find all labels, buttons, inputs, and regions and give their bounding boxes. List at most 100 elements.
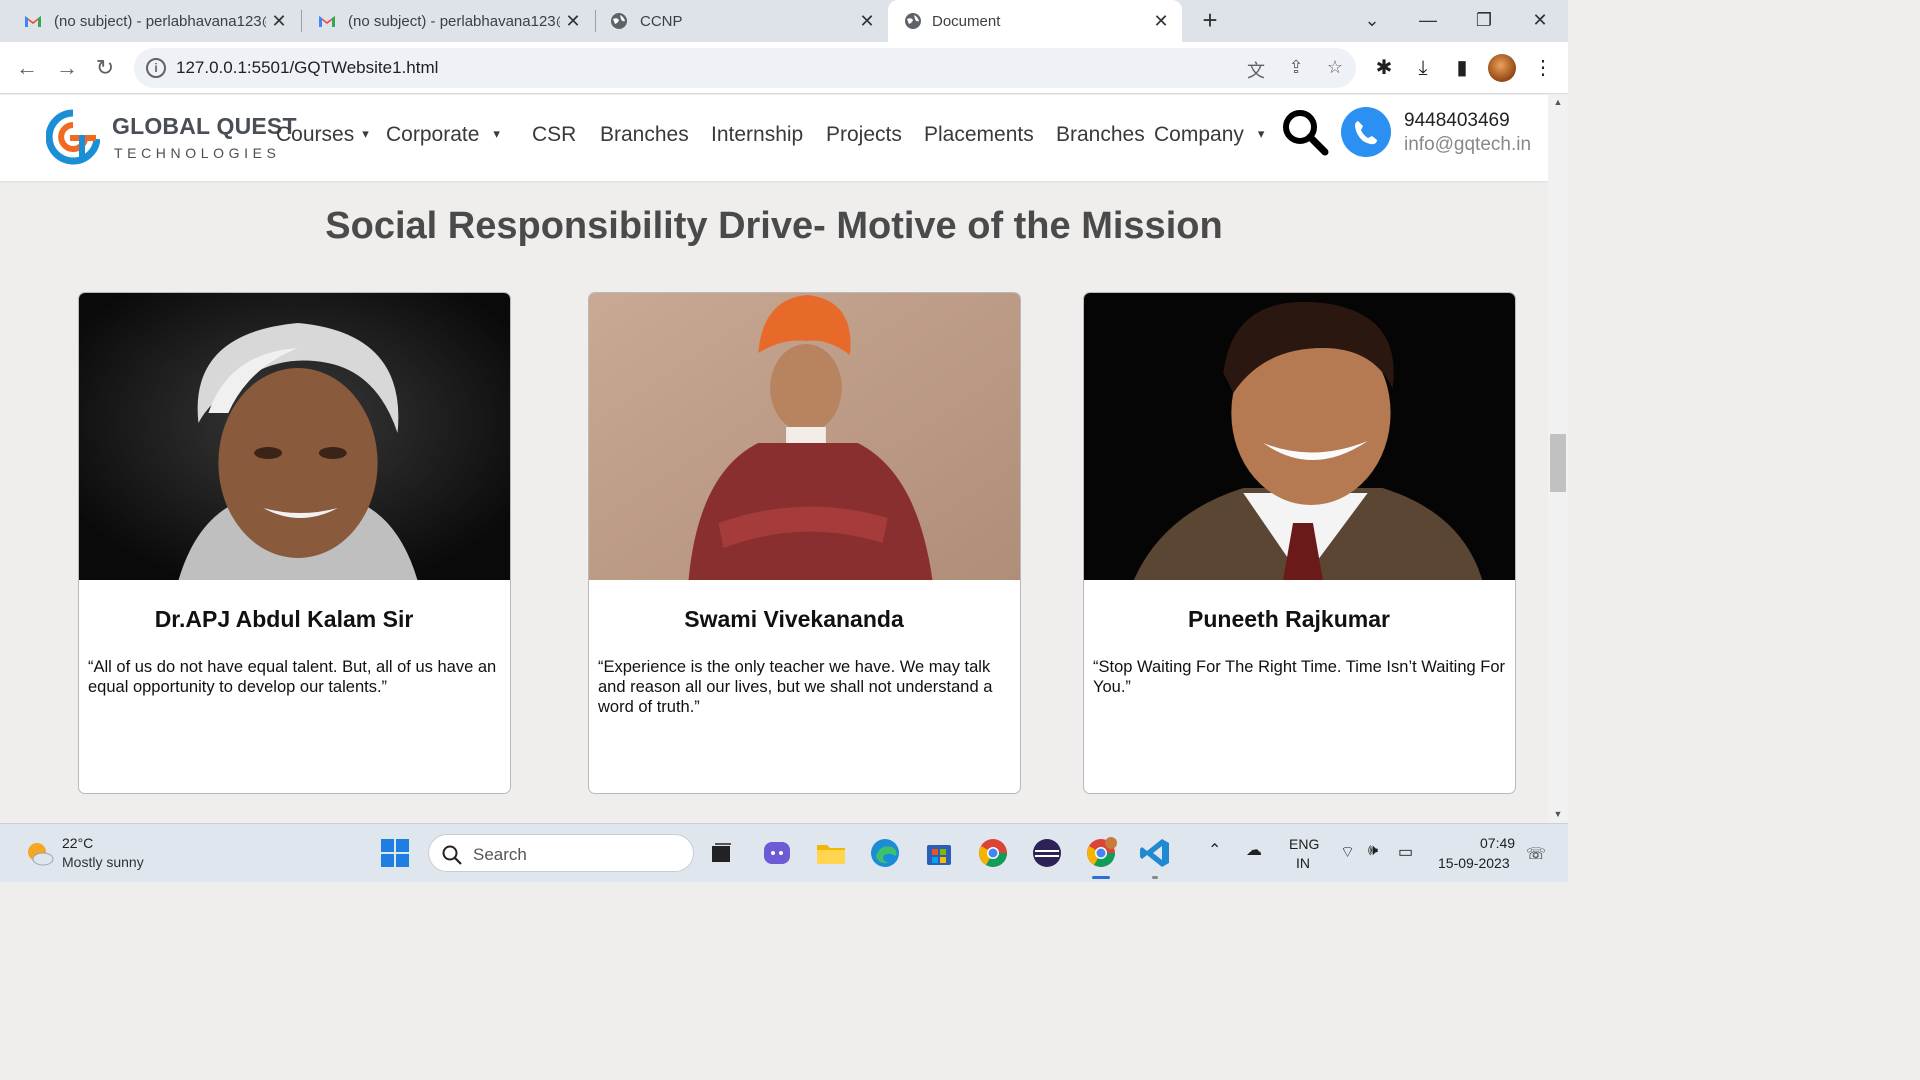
battery-icon[interactable]: ▭ <box>1398 842 1413 862</box>
url-text[interactable]: 127.0.0.1:5501/GQTWebsite1.html <box>176 58 438 78</box>
nav-internship[interactable]: Internship <box>711 123 803 147</box>
browser-tab-gmail-2[interactable]: (no subject) - perlabhavana123@ ✕ <box>302 0 594 42</box>
weather-description[interactable]: Mostly sunny <box>62 854 144 870</box>
close-icon[interactable]: ✕ <box>1150 10 1172 32</box>
extensions-puzzle-icon[interactable]: ✱ <box>1371 55 1397 81</box>
language-indicator[interactable]: ENG IN <box>1289 836 1319 871</box>
nav-company[interactable]: Company ▾ <box>1154 123 1264 147</box>
close-icon[interactable]: ✕ <box>562 10 584 32</box>
gqt-logo-icon[interactable] <box>46 107 100 167</box>
vscode-icon[interactable] <box>1138 836 1172 870</box>
person-name: Dr.APJ Abdul Kalam Sir <box>154 606 414 632</box>
browser-tab-strip: (no subject) - perlabhavana123@ ✕ (no su… <box>0 0 1568 42</box>
chrome-icon[interactable] <box>976 836 1010 870</box>
weather-sunny-icon[interactable] <box>24 839 54 869</box>
new-tab-button[interactable]: + <box>1196 7 1224 35</box>
nav-projects[interactable]: Projects <box>826 123 902 147</box>
person-quote: “Stop Waiting For The Right Time. Time I… <box>1093 658 1506 696</box>
eclipse-ide-icon[interactable] <box>1030 836 1064 870</box>
person-quote: “All of us do not have equal talent. But… <box>88 658 497 696</box>
person-quote: “Experience is the only teacher we have.… <box>598 658 993 716</box>
microsoft-store-icon[interactable] <box>922 836 956 870</box>
notification-icon[interactable]: ☏ <box>1526 844 1546 864</box>
tab-title: (no subject) - perlabhavana123@ <box>54 12 266 30</box>
contact-email[interactable]: info@gqtech.in <box>1404 134 1531 156</box>
wifi-icon[interactable]: ⌔ <box>1340 842 1355 862</box>
scroll-down-arrow-icon[interactable]: ▼ <box>1552 809 1564 821</box>
minimize-button[interactable]: — <box>1408 6 1448 34</box>
chrome-profile-icon[interactable] <box>1084 836 1118 870</box>
reload-button[interactable]: ↻ <box>90 53 120 83</box>
nav-label: Courses <box>276 123 355 146</box>
nav-corporate[interactable]: Corporate ▾ <box>386 123 500 147</box>
scrollbar-thumb[interactable] <box>1550 434 1566 492</box>
nav-csr[interactable]: CSR <box>532 123 576 147</box>
window-close-button[interactable]: ✕ <box>1520 6 1560 34</box>
weather-temperature[interactable]: 22°C <box>62 835 93 851</box>
nav-placements[interactable]: Placements <box>924 123 1034 147</box>
teams-chat-icon[interactable] <box>760 836 794 870</box>
gmail-icon <box>25 16 41 27</box>
nav-label: Corporate <box>386 123 480 146</box>
running-app-indicator <box>1152 876 1158 879</box>
person-name: Swami Vivekananda <box>684 606 904 632</box>
nav-courses[interactable]: Courses ▾ <box>276 123 369 147</box>
close-icon[interactable]: ✕ <box>856 10 878 32</box>
download-icon[interactable]: ⤓ <box>1410 55 1436 81</box>
person-name: Puneeth Rajkumar <box>1188 606 1390 632</box>
tab-search-chevron-icon[interactable]: ⌄ <box>1352 6 1392 34</box>
search-icon <box>442 845 462 865</box>
scroll-up-arrow-icon[interactable]: ▲ <box>1552 97 1564 109</box>
globe-icon <box>611 13 627 29</box>
vivekananda-portrait-image <box>589 293 1020 580</box>
person-card-puneeth: Puneeth Rajkumar “Stop Waiting For The R… <box>1083 292 1516 794</box>
bookmark-star-icon[interactable]: ☆ <box>1323 57 1347 79</box>
close-icon[interactable]: ✕ <box>268 10 290 32</box>
tab-title: (no subject) - perlabhavana123@ <box>348 12 560 30</box>
share-icon[interactable]: ⇪ <box>1284 57 1308 79</box>
browser-tab-gmail-1[interactable]: (no subject) - perlabhavana123@ ✕ <box>0 0 300 42</box>
search-placeholder: Search <box>473 845 527 864</box>
profile-avatar[interactable] <box>1488 54 1516 82</box>
active-app-indicator <box>1092 876 1110 879</box>
region-code: IN <box>1296 855 1310 871</box>
taskbar-search-box[interactable]: Search <box>428 834 694 872</box>
windows-start-icon[interactable] <box>378 836 412 870</box>
clock-time[interactable]: 07:49 <box>1480 835 1515 851</box>
volume-icon[interactable]: 🕪 <box>1368 842 1378 860</box>
browser-toolbar: ← → ↻ i 127.0.0.1:5501/GQTWebsite1.html … <box>0 42 1568 94</box>
kebab-menu-icon[interactable]: ⋮ <box>1530 55 1556 81</box>
edge-browser-icon[interactable] <box>868 836 902 870</box>
contact-phone[interactable]: 9448403469 <box>1404 110 1510 132</box>
browser-tab-ccnp[interactable]: CCNP ✕ <box>596 0 888 42</box>
tab-title: CCNP <box>640 12 683 30</box>
browser-tab-document[interactable]: Document ✕ <box>888 0 1182 42</box>
side-panel-icon[interactable]: ▮ <box>1449 55 1475 81</box>
tab-title: Document <box>932 12 1001 30</box>
back-button[interactable]: ← <box>12 53 42 83</box>
phone-icon[interactable] <box>1341 107 1391 157</box>
translate-icon[interactable]: 文 <box>1244 57 1268 81</box>
chevron-up-icon[interactable]: ⌃ <box>1208 840 1221 860</box>
kalam-portrait-image <box>79 293 510 580</box>
site-header: GLOBAL QUEST TECHNOLOGIES Courses ▾ Corpo… <box>0 95 1548 181</box>
search-icon[interactable] <box>1280 107 1330 157</box>
logo-title[interactable]: GLOBAL QUEST <box>112 113 297 140</box>
site-info-icon[interactable]: i <box>146 58 166 78</box>
forward-button[interactable]: → <box>52 53 82 83</box>
section-title: Social Responsibility Drive- Motive of t… <box>325 205 1223 247</box>
language-code: ENG <box>1289 836 1320 852</box>
clock-date[interactable]: 15-09-2023 <box>1438 855 1510 871</box>
globe-icon <box>905 13 921 29</box>
address-bar[interactable]: i 127.0.0.1:5501/GQTWebsite1.html 文 ⇪ ☆ <box>134 48 1356 88</box>
restore-button[interactable]: ❐ <box>1464 6 1504 34</box>
file-explorer-icon[interactable] <box>814 836 848 870</box>
page-scrollbar[interactable]: ▲ ▼ <box>1548 95 1568 823</box>
nav-branches-2[interactable]: Branches <box>1056 123 1145 147</box>
nav-branches[interactable]: Branches <box>600 123 689 147</box>
logo-subtitle: TECHNOLOGIES <box>114 145 281 161</box>
chevron-down-icon: ▾ <box>362 126 369 141</box>
person-card-kalam: Dr.APJ Abdul Kalam Sir “All of us do not… <box>78 292 511 794</box>
task-view-icon[interactable] <box>704 836 738 870</box>
onedrive-cloud-icon[interactable]: ☁ <box>1246 840 1262 860</box>
